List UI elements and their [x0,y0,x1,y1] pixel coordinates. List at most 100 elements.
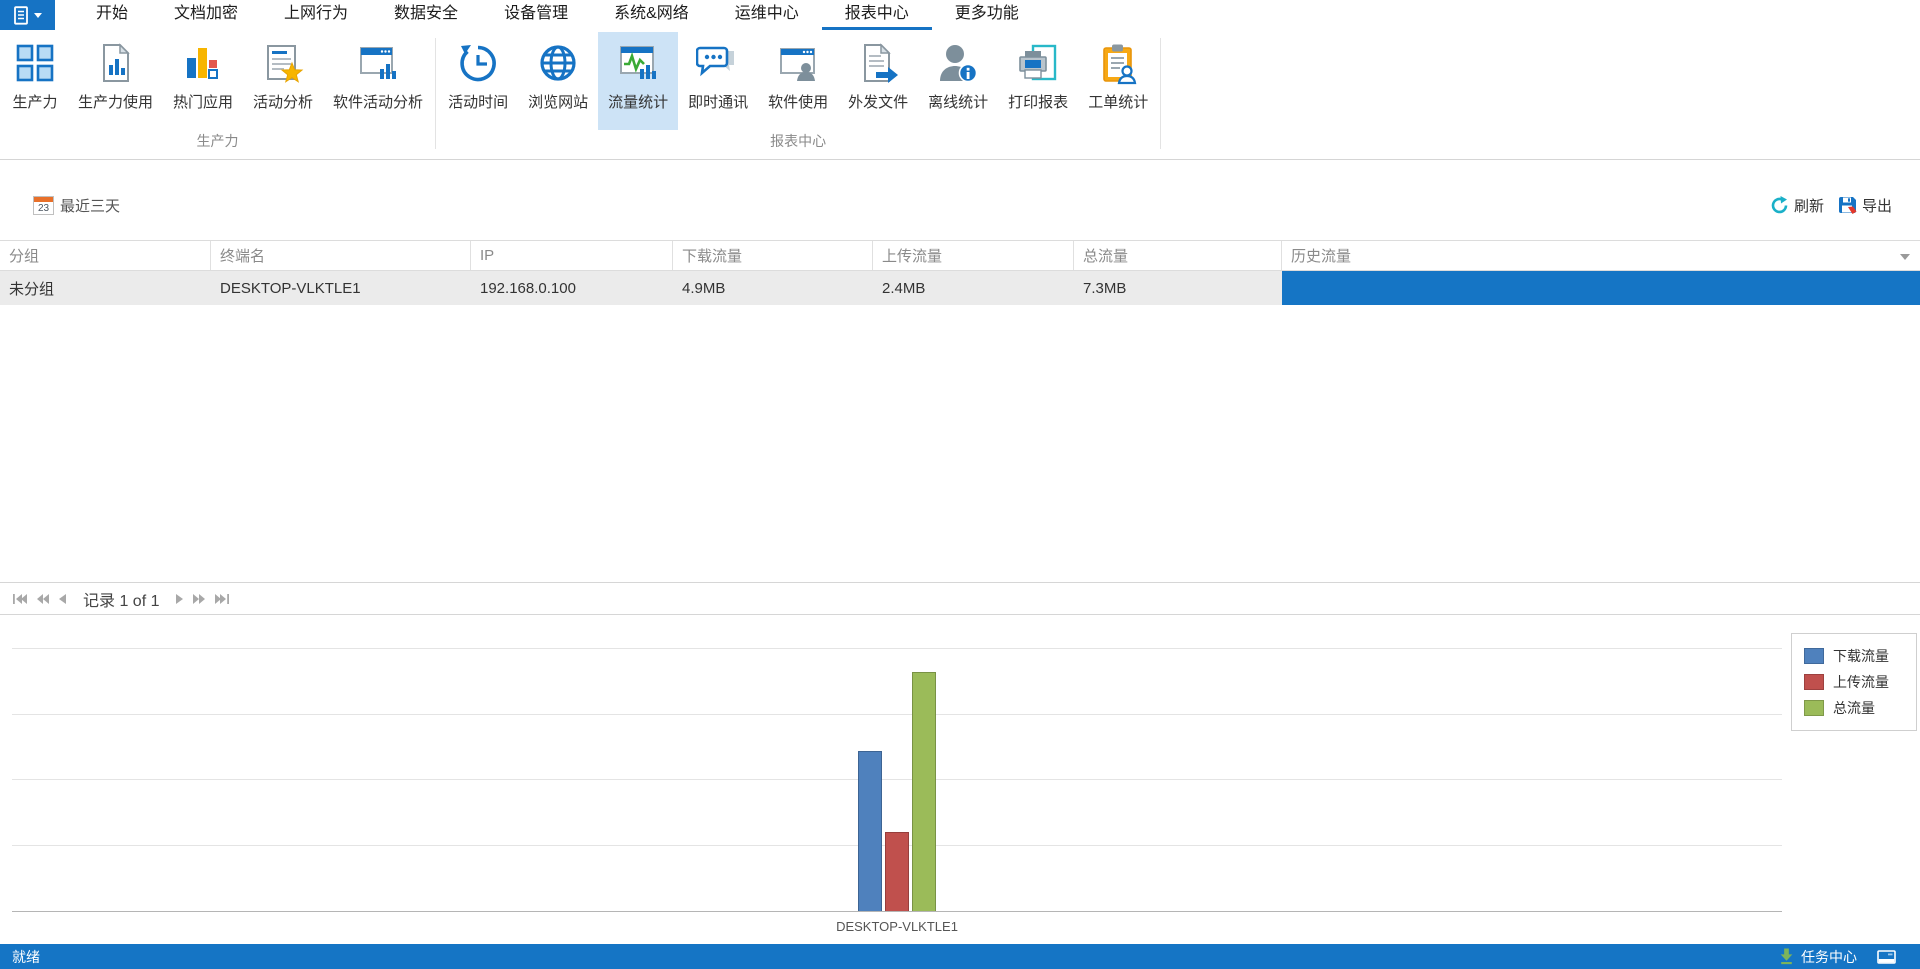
chart-category-label: DESKTOP-VLKTLE1 [836,919,958,934]
last-page-button[interactable] [210,590,234,608]
legend-label: 上传流量 [1833,674,1889,690]
table-row[interactable]: 未分组 DESKTOP-VLKTLE1 192.168.0.100 4.9MB … [0,271,1920,305]
column-header-download[interactable]: 下载流量 [673,241,873,270]
export-button[interactable]: 导出 [1838,195,1892,216]
chart-bar-group [858,649,936,911]
cell-history-selected[interactable] [1282,271,1920,305]
tab-more-features[interactable]: 更多功能 [932,0,1042,30]
prev-page-button[interactable] [54,590,71,608]
chat-icon [695,40,741,86]
tab-device-management[interactable]: 设备管理 [481,0,591,30]
first-page-icon [13,593,27,604]
fast-next-icon [193,593,206,604]
column-header-terminal[interactable]: 终端名 [211,241,471,270]
status-ready-label: 就绪 [12,948,40,965]
tab-system-network[interactable]: 系统&网络 [591,0,712,30]
table-header: 分组 终端名 IP 下载流量 上传流量 总流量 历史流量 [0,240,1920,271]
ribbon-button-software-activity-analysis[interactable]: 软件活动分析 [323,32,433,130]
tab-internet-behavior[interactable]: 上网行为 [261,0,371,30]
grid-icon [12,40,58,86]
column-header-ip[interactable]: IP [471,241,673,270]
ribbon-group-label-productivity: 生产力 [196,133,239,149]
cell-total: 7.3MB [1083,279,1127,297]
column-chooser-dropdown-icon[interactable] [1900,254,1910,260]
next-page-icon [176,593,184,604]
last-page-icon [215,593,230,604]
cell-download: 4.9MB [682,279,726,297]
cell-ip: 192.168.0.100 [480,279,576,297]
tab-ops-center[interactable]: 运维中心 [712,0,822,30]
tab-document-encryption[interactable]: 文档加密 [151,0,261,30]
ribbon-button-top-apps[interactable]: 热门应用 [163,32,243,130]
ribbon-group-label-report-center: 报表中心 [770,133,827,149]
refresh-icon [1771,195,1788,213]
filter-toolbar: 23 最近三天 刷新 导出 [0,188,1920,222]
column-header-upload[interactable]: 上传流量 [873,241,1074,270]
ribbon-button-productivity-usage[interactable]: 生产力使用 [68,32,163,130]
ribbon-button-browse-websites[interactable]: 浏览网站 [518,32,598,130]
chevron-down-icon [34,12,42,18]
ribbon-group-productivity: 生产力 生产力使用 热门应用 活动分析 软件活动分析 生产力 [0,30,435,159]
printer-icon [1015,40,1061,86]
app-menu-button[interactable] [0,0,55,30]
history-clock-icon [455,40,501,86]
calendar-icon: 23 [33,195,54,215]
tab-data-security[interactable]: 数据安全 [371,0,481,30]
ribbon-button-work-order-stats[interactable]: 工单统计 [1078,32,1158,130]
tab-start[interactable]: 开始 [73,0,151,30]
window-chart-icon [355,40,401,86]
menu-tab-strip: 开始 文档加密 上网行为 数据安全 设备管理 系统&网络 运维中心 报表中心 更… [73,0,1042,30]
ribbon-button-productivity[interactable]: 生产力 [2,32,68,130]
legend-label: 总流量 [1833,700,1875,716]
tab-report-center[interactable]: 报表中心 [821,0,932,30]
prev-page-icon [59,593,66,604]
chart-bar-3 [912,671,936,911]
fast-prev-page-button[interactable] [32,590,54,608]
ribbon-group-report-center: 活动时间 浏览网站 流量统计 即时通讯 软件使用 外发文件 离线统计 打印报表 … [436,30,1160,159]
ribbon-separator [1160,38,1162,149]
chart-plot [12,648,1782,912]
cell-upload: 2.4MB [882,279,926,297]
legend-item: 总流量 [1792,695,1916,721]
first-page-button[interactable] [8,590,32,608]
task-center-button[interactable]: 任务中心 [1778,947,1857,967]
legend-swatch [1804,674,1824,690]
ribbon: 生产力 生产力使用 热门应用 活动分析 软件活动分析 生产力 活动时间 浏览网站… [0,30,1920,160]
ribbon-button-instant-messaging[interactable]: 即时通讯 [678,32,758,130]
ribbon-button-software-usage[interactable]: 软件使用 [758,32,838,130]
app-menu-icon [14,5,28,25]
date-range-filter-button[interactable]: 23 最近三天 [33,195,120,216]
fast-prev-icon [37,593,49,604]
ribbon-button-traffic-stats[interactable]: 流量统计 [598,32,679,130]
export-icon [1838,196,1857,214]
column-header-group[interactable]: 分组 [0,241,211,270]
doc-chart-icon [93,40,139,86]
notification-window-icon[interactable] [1877,949,1896,964]
user-info-icon [935,40,981,86]
status-bar: 就绪 任务中心 [0,944,1920,969]
column-header-total[interactable]: 总流量 [1074,241,1282,270]
column-header-history[interactable]: 历史流量 [1282,241,1920,270]
doc-arrow-icon [855,40,901,86]
doc-star-icon [260,40,306,86]
next-page-button[interactable] [171,590,188,608]
ribbon-button-print-report[interactable]: 打印报表 [998,32,1078,130]
menu-bar: 开始 文档加密 上网行为 数据安全 设备管理 系统&网络 运维中心 报表中心 更… [0,0,1920,30]
cell-terminal: DESKTOP-VLKTLE1 [220,279,361,297]
chart-legend: 下载流量上传流量总流量 [1791,633,1917,731]
chart-bar-1 [858,750,882,911]
ribbon-button-activity-analysis[interactable]: 活动分析 [243,32,323,130]
ribbon-button-outgoing-files[interactable]: 外发文件 [838,32,918,130]
refresh-button[interactable]: 刷新 [1770,195,1824,216]
top-apps-icon [180,40,226,86]
fast-next-page-button[interactable] [188,590,210,608]
legend-item: 上传流量 [1792,669,1916,695]
legend-label: 下载流量 [1833,648,1889,664]
legend-swatch [1804,700,1824,716]
chart-bar-2 [885,832,909,911]
ribbon-button-offline-stats[interactable]: 离线统计 [918,32,998,130]
ribbon-button-activity-time[interactable]: 活动时间 [438,32,518,130]
window-user-icon [775,40,821,86]
main-panel: 23 最近三天 刷新 导出 分组 终端名 IP 下载流量 上传流量 总流量 历史… [0,160,1920,944]
cell-group: 未分组 [9,280,55,298]
